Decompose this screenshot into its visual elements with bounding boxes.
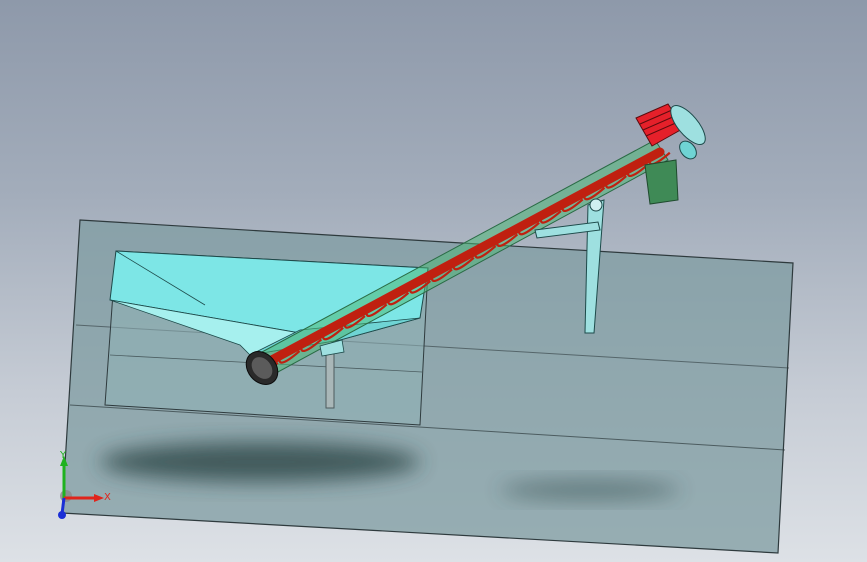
triad-y-label: Y xyxy=(59,450,67,461)
triad-x-label: X xyxy=(104,492,111,503)
cad-viewport[interactable]: X Y xyxy=(0,0,867,562)
outlet-chute[interactable] xyxy=(644,159,679,205)
cad-scene[interactable]: X Y xyxy=(0,0,867,562)
